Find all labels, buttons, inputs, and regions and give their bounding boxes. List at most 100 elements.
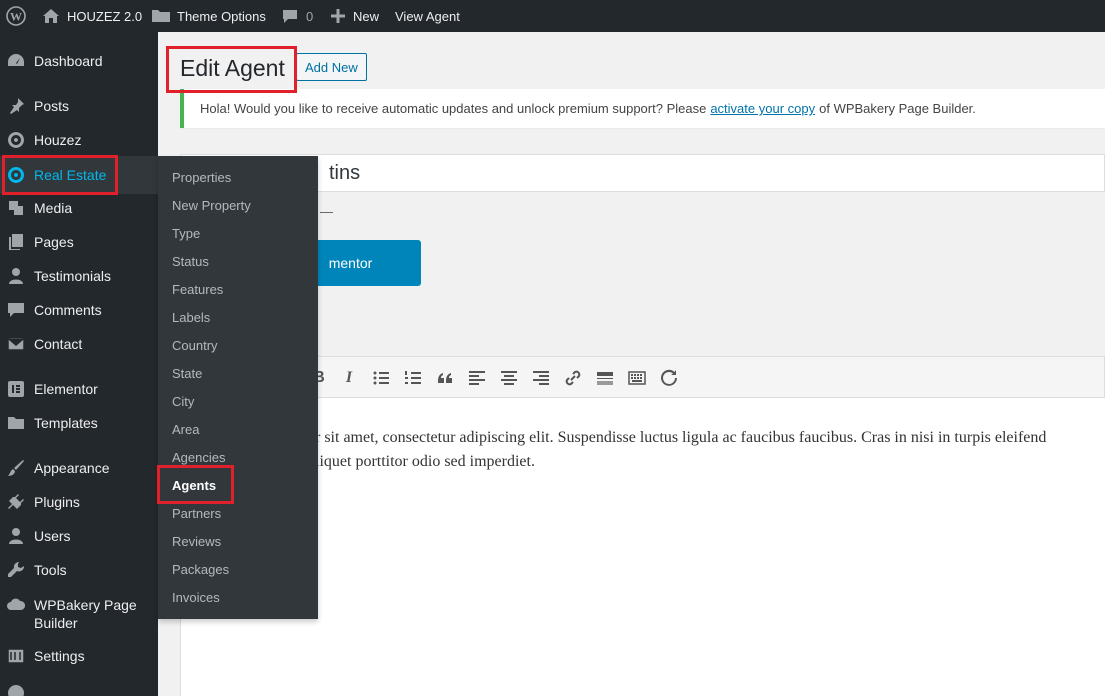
submenu-item-features[interactable]: Features [172,281,223,299]
sidebar-item-label-line2: Builder [34,615,78,631]
flyout-pointer [150,167,158,183]
sidebar-item-users[interactable]: Users [0,527,158,545]
align-center-button[interactable] [499,368,519,388]
editor-text-line: liquet porttitor odio sed imperdiet. [315,453,535,470]
sidebar-item-label: Plugins [34,494,80,510]
numbered-list-button[interactable] [403,368,423,388]
activate-link[interactable]: activate your copy [710,101,815,116]
users-icon [7,527,25,545]
insert-link-button[interactable] [563,368,583,388]
post-title-value: tins [329,161,361,184]
sidebar-item-settings[interactable]: Settings [0,647,158,665]
new-content-link[interactable]: New [331,0,379,32]
location-icon [7,131,25,149]
site-name: HOUZEZ 2.0 [67,8,143,24]
sidebar-item-plugins[interactable]: Plugins [0,493,158,511]
submenu-item-area[interactable]: Area [172,421,199,439]
submenu-item-packages[interactable]: Packages [172,561,229,579]
read-more-icon [597,372,613,385]
editor-toolbar: B I [180,356,1105,398]
sidebar-item-label: Templates [34,415,98,431]
pin-icon [7,97,25,115]
sidebar-item-tools[interactable]: Tools [0,561,158,579]
folder-icon [7,414,25,432]
sidebar-item-label: Houzez [34,132,82,148]
sidebar-item-label: Contact [34,336,83,352]
numbered-list-icon [405,371,421,384]
submenu-item-state[interactable]: State [172,365,202,383]
sidebar-item-label: Users [34,528,71,544]
sidebar-item-label: Settings [34,648,85,664]
annotation-box-agents [157,465,234,504]
bullet-list-icon [373,371,389,385]
sidebar-item-dashboard[interactable]: Dashboard [0,52,158,70]
submenu-item-country[interactable]: Country [172,337,218,355]
align-right-icon [533,371,549,385]
post-title-input[interactable]: tins [180,154,1105,192]
sidebar-item-label: Testimonials [34,268,112,284]
folder-icon [152,10,170,22]
comment-icon [283,10,297,23]
submenu-item-city[interactable]: City [172,393,194,411]
sidebar-item-houzez[interactable]: Houzez [0,131,158,149]
submenu-item-invoices[interactable]: Invoices [172,589,220,607]
sidebar-item-label: Dashboard [34,53,103,69]
submenu-item-reviews[interactable]: Reviews [172,533,221,551]
theme-options-link[interactable]: Theme Options [151,0,266,32]
quote-icon [438,373,452,383]
cloud-icon [7,596,26,614]
sidebar-item-label: Pages [34,234,74,250]
submenu-item-partners[interactable]: Partners [172,505,221,523]
sidebar-item-contact[interactable]: Contact [0,335,158,353]
sidebar-item-pages[interactable]: Pages [0,233,158,251]
submenu-item-status[interactable]: Status [172,253,209,271]
site-home-link[interactable]: HOUZEZ 2.0 [42,0,142,32]
theme-options-label: Theme Options [177,8,266,24]
sidebar-item-label: Tools [34,562,67,578]
comments-link[interactable]: 0 [282,0,313,32]
sidebar-item-appearance[interactable]: Appearance [0,459,158,477]
settings-icon [7,647,25,665]
sidebar-item-templates[interactable]: Templates [0,414,158,432]
refresh-button[interactable] [659,368,679,388]
notice-text: Hola! Would you like to receive automati… [200,101,707,116]
bulleted-list-button[interactable] [371,368,391,388]
real-estate-submenu: Properties New Property Type Status Feat… [158,156,318,619]
submenu-item-type[interactable]: Type [172,225,200,243]
wordpress-logo-icon[interactable]: W [6,0,26,32]
blockquote-button[interactable] [435,368,455,388]
view-agent-label: View Agent [395,8,460,24]
editor-text-line: r sit amet, consectetur adipiscing elit.… [315,429,1047,446]
sidebar-item-elementor[interactable]: Elementor [0,380,158,398]
new-label: New [353,8,380,24]
submenu-item-properties[interactable]: Properties [172,169,231,187]
sidebar-item-label: Comments [34,302,102,318]
admin-sidebar: Dashboard Posts Houzez Real Estate Media… [0,32,158,696]
svg-text:W: W [10,10,22,24]
editor-body[interactable]: r sit amet, consectetur adipiscing elit.… [180,398,1105,696]
toolbar-toggle-button[interactable] [627,368,647,388]
sidebar-item-posts[interactable]: Posts [0,97,158,115]
submenu-item-labels[interactable]: Labels [172,309,210,327]
add-new-button[interactable]: Add New [296,53,367,81]
align-right-button[interactable] [531,368,551,388]
wpbakery-notice: Hola! Would you like to receive automati… [180,89,1105,128]
sidebar-item-media[interactable]: Media [0,199,158,217]
keyboard-icon [628,371,646,385]
sidebar-item-label: WPBakery Page [34,597,137,613]
brush-icon [7,459,25,477]
pages-icon [7,233,25,251]
sidebar-item-label: Media [34,200,73,216]
sidebar-item-testimonials[interactable]: Testimonials [0,267,158,285]
view-agent-link[interactable]: View Agent [395,0,460,32]
italic-button[interactable]: I [339,368,359,388]
submenu-item-new-property[interactable]: New Property [172,197,251,215]
sidebar-item-wpbakery[interactable]: WPBakery Page Builder [0,595,158,633]
elementor-button-label: mentor [328,255,373,271]
annotation-box-real-estate [2,155,118,195]
read-more-button[interactable] [595,368,615,388]
sidebar-item-comments[interactable]: Comments [0,301,158,319]
plus-icon [331,9,345,23]
align-left-button[interactable] [467,368,487,388]
mail-icon [7,335,25,353]
